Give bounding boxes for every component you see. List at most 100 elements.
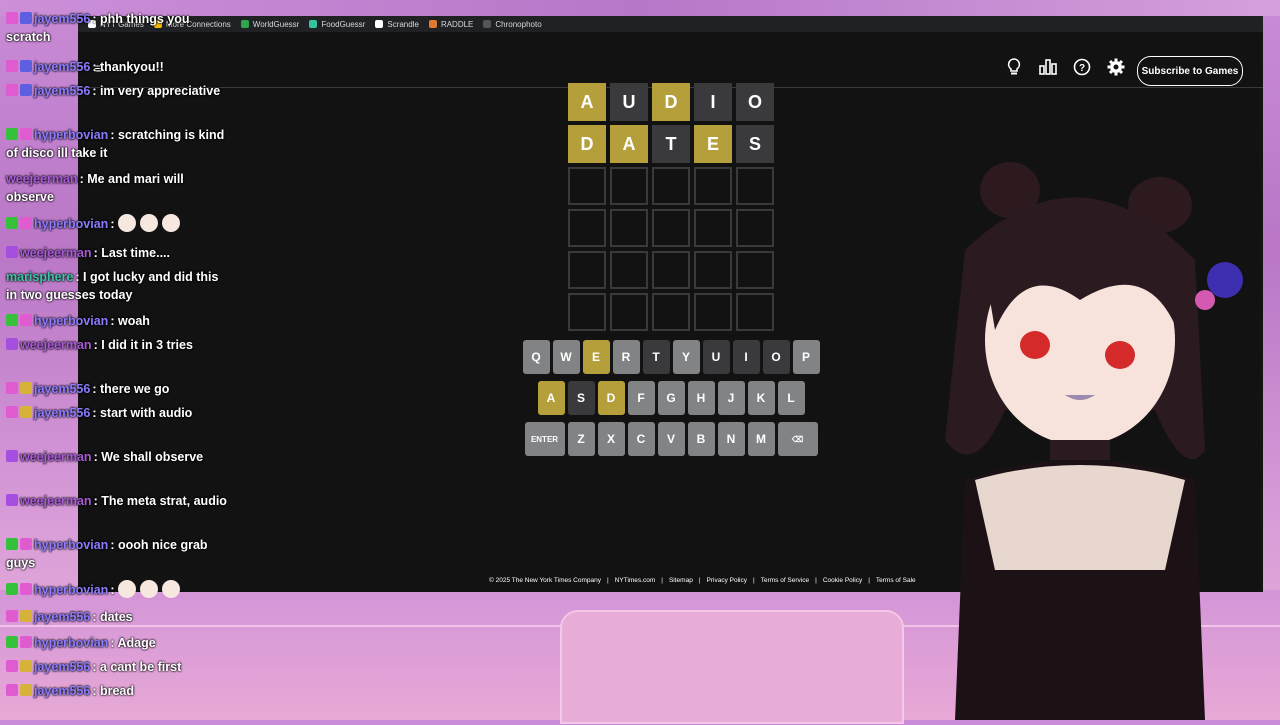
chat-badge-icon (6, 450, 18, 462)
chat-colon: : (110, 636, 118, 650)
chat-emote-icon (117, 580, 136, 598)
chat-badge-icon (6, 217, 18, 229)
board-tile: A (610, 125, 648, 163)
key-w[interactable]: W (552, 340, 580, 374)
chat-colon: : (92, 660, 100, 674)
stats-icon[interactable] (1037, 56, 1059, 78)
chat-colon: : (92, 382, 100, 396)
chat-username[interactable]: jayem556 (34, 382, 90, 396)
key-f[interactable]: F (627, 381, 655, 415)
key-t[interactable]: T (642, 340, 670, 374)
key-v[interactable]: V (657, 422, 685, 456)
help-icon[interactable]: ? (1071, 56, 1093, 78)
key-r[interactable]: R (612, 340, 640, 374)
bookmark-item[interactable]: RADDLE (428, 19, 474, 29)
key-q[interactable]: Q (522, 340, 550, 374)
board-tile (610, 293, 648, 331)
key-j[interactable]: J (717, 381, 745, 415)
chat-username[interactable]: jayem556 (34, 660, 90, 674)
chat-username[interactable]: weejeerman (20, 338, 92, 352)
bookmark-item[interactable]: Chronophoto (483, 20, 542, 29)
footer-link[interactable]: © 2025 The New York Times Company (489, 577, 601, 584)
chat-badge-icon (20, 660, 32, 672)
chat-username[interactable]: jayem556 (34, 406, 90, 420)
chat-username[interactable]: hyperbovian (34, 314, 108, 328)
chat-colon: : (92, 406, 100, 420)
bookmark-item[interactable]: FoodGuessr (309, 20, 365, 29)
key-n[interactable]: N (717, 422, 745, 456)
chat-text: Adage (117, 636, 156, 650)
board-tile (568, 167, 606, 205)
footer-link[interactable]: Sitemap (669, 577, 693, 584)
chat-username[interactable]: hyperbovian (34, 636, 108, 650)
key-c[interactable]: C (627, 422, 655, 456)
key-o[interactable]: O (762, 340, 790, 374)
chat-badge-icon (20, 382, 32, 394)
backspace-icon[interactable]: ⌫ (777, 422, 818, 456)
chat-badge-icon (6, 684, 18, 696)
chat-username[interactable]: jayem556 (34, 610, 90, 624)
chat-badge-icon (20, 636, 32, 648)
footer-link[interactable]: Privacy Policy (707, 577, 747, 584)
key-e[interactable]: E (582, 340, 610, 374)
chat-username[interactable]: weejeerman (20, 494, 92, 508)
key-z[interactable]: Z (567, 422, 595, 456)
key-x[interactable]: X (597, 422, 625, 456)
chat-username[interactable]: weejeerman (20, 450, 92, 464)
board-tile (694, 251, 732, 289)
chat-message: marisphere: I got lucky and did this in … (6, 268, 231, 304)
chat-message: weejeerman: We shall observe (6, 448, 231, 466)
chat-colon: : (110, 128, 118, 142)
chat-badge-icon (6, 636, 18, 648)
bookmark-label: RADDLE (440, 19, 474, 29)
subscribe-button[interactable]: Subscribe to Games (1137, 56, 1243, 86)
chat-text: We shall observe (101, 450, 204, 464)
chat-username[interactable]: jayem556 (34, 60, 90, 74)
enter-key[interactable]: ENTER (524, 422, 565, 456)
chat-badge-icon (20, 583, 32, 595)
board-tile (610, 167, 648, 205)
key-a[interactable]: A (537, 381, 565, 415)
footer-link[interactable]: NYTimes.com (615, 577, 656, 584)
settings-gear-icon[interactable] (1105, 56, 1127, 78)
chat-badge-icon (6, 12, 18, 24)
chat-username[interactable]: weejeerman (6, 172, 78, 186)
chat-username[interactable]: jayem556 (34, 12, 90, 26)
footer-separator: | (868, 577, 870, 584)
chat-badge-icon (20, 610, 32, 622)
key-s[interactable]: S (567, 381, 595, 415)
bookmark-item[interactable]: WorldGuessr (240, 20, 299, 29)
page-footer: © 2025 The New York Times Company | NYTime… (486, 577, 919, 584)
footer-link[interactable]: Cookie Policy (823, 577, 862, 584)
chat-username[interactable]: jayem556 (34, 84, 90, 98)
key-k[interactable]: K (747, 381, 775, 415)
key-l[interactable]: L (777, 381, 805, 415)
chat-text: woah (117, 314, 150, 328)
footer-link[interactable]: Terms of Service (761, 577, 809, 584)
key-i[interactable]: I (732, 340, 760, 374)
board-tile: U (610, 83, 648, 121)
chat-username[interactable]: weejeerman (20, 246, 92, 260)
key-d[interactable]: D (597, 381, 625, 415)
chat-colon: : (110, 583, 118, 597)
chat-username[interactable]: hyperbovian (34, 217, 108, 231)
key-u[interactable]: U (702, 340, 730, 374)
key-y[interactable]: Y (672, 340, 700, 374)
chat-message: weejeerman: Last time.... (6, 244, 231, 262)
key-b[interactable]: B (687, 422, 715, 456)
chat-text: dates (99, 610, 133, 624)
lightbulb-hint-icon[interactable] (1003, 56, 1025, 78)
chat-username[interactable]: hyperbovian (34, 538, 108, 552)
keyboard-row: ASDFGHJKL (521, 381, 821, 415)
key-p[interactable]: P (792, 340, 820, 374)
chat-badge-icon (6, 338, 18, 350)
key-m[interactable]: M (747, 422, 775, 456)
key-g[interactable]: G (657, 381, 685, 415)
chat-username[interactable]: hyperbovian (34, 128, 108, 142)
bookmark-item[interactable]: Scrandle (375, 20, 419, 29)
chat-username[interactable]: marisphere (6, 270, 73, 284)
key-h[interactable]: H (687, 381, 715, 415)
board-tile (694, 209, 732, 247)
chat-username[interactable]: hyperbovian (34, 583, 108, 597)
chat-username[interactable]: jayem556 (34, 684, 90, 698)
